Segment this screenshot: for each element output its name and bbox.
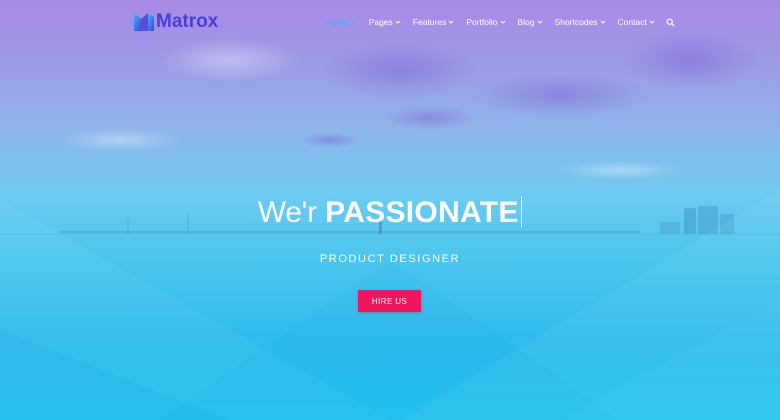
chevron-down-icon xyxy=(448,20,454,24)
typing-cursor xyxy=(520,197,523,227)
search-icon[interactable] xyxy=(666,18,675,27)
nav-item-features[interactable]: Features xyxy=(413,17,455,27)
nav-item-label: Blog xyxy=(517,17,535,27)
chevron-down-icon xyxy=(351,20,357,24)
chevron-down-icon xyxy=(537,20,542,24)
cloud xyxy=(300,132,360,148)
logo-m-icon xyxy=(134,13,154,31)
nav-item-label: Home xyxy=(326,17,349,27)
cloud xyxy=(320,42,480,98)
top-navigation: Matrox Home Pages Features Portfolio Blo… xyxy=(0,0,780,44)
nav-item-label: Contact xyxy=(617,17,647,27)
nav-item-label: Pages xyxy=(368,17,393,27)
cloud xyxy=(60,128,180,152)
nav-item-pages[interactable]: Pages xyxy=(369,17,401,27)
nav-item-blog[interactable]: Blog xyxy=(518,17,543,27)
nav-item-label: Portfolio xyxy=(466,17,498,27)
brand-logo[interactable]: Matrox xyxy=(134,11,218,33)
hero-subtitle: PRODUCT DESIGNER xyxy=(319,253,461,265)
hero-section: Matrox Home Pages Features Portfolio Blo… xyxy=(0,0,780,420)
nav-item-label: Features xyxy=(412,17,447,27)
brand-name: Matrox xyxy=(156,11,219,32)
cloud xyxy=(160,38,300,82)
nav-item-shortcodes[interactable]: Shortcodes xyxy=(555,17,606,27)
cloud xyxy=(560,160,680,180)
chevron-down-icon xyxy=(500,20,505,24)
headline-bold-text: PASSIONATE xyxy=(325,196,519,229)
cloud xyxy=(385,106,475,130)
hero-headline: We'r PASSIONATE xyxy=(0,195,780,231)
chevron-down-icon xyxy=(395,20,401,24)
nav-item-contact[interactable]: Contact xyxy=(618,17,655,27)
nav-item-home[interactable]: Home xyxy=(326,17,357,27)
nav-item-label: Shortcodes xyxy=(554,17,598,27)
hire-us-button[interactable]: HIRE US xyxy=(358,290,421,312)
nav-item-portfolio[interactable]: Portfolio xyxy=(466,17,505,27)
headline-light-text: We'r xyxy=(257,196,317,229)
cloud xyxy=(470,73,650,117)
chevron-down-icon xyxy=(649,20,655,24)
chevron-down-icon xyxy=(600,20,605,24)
main-menu: Home Pages Features Portfolio Blog Short… xyxy=(326,16,675,28)
